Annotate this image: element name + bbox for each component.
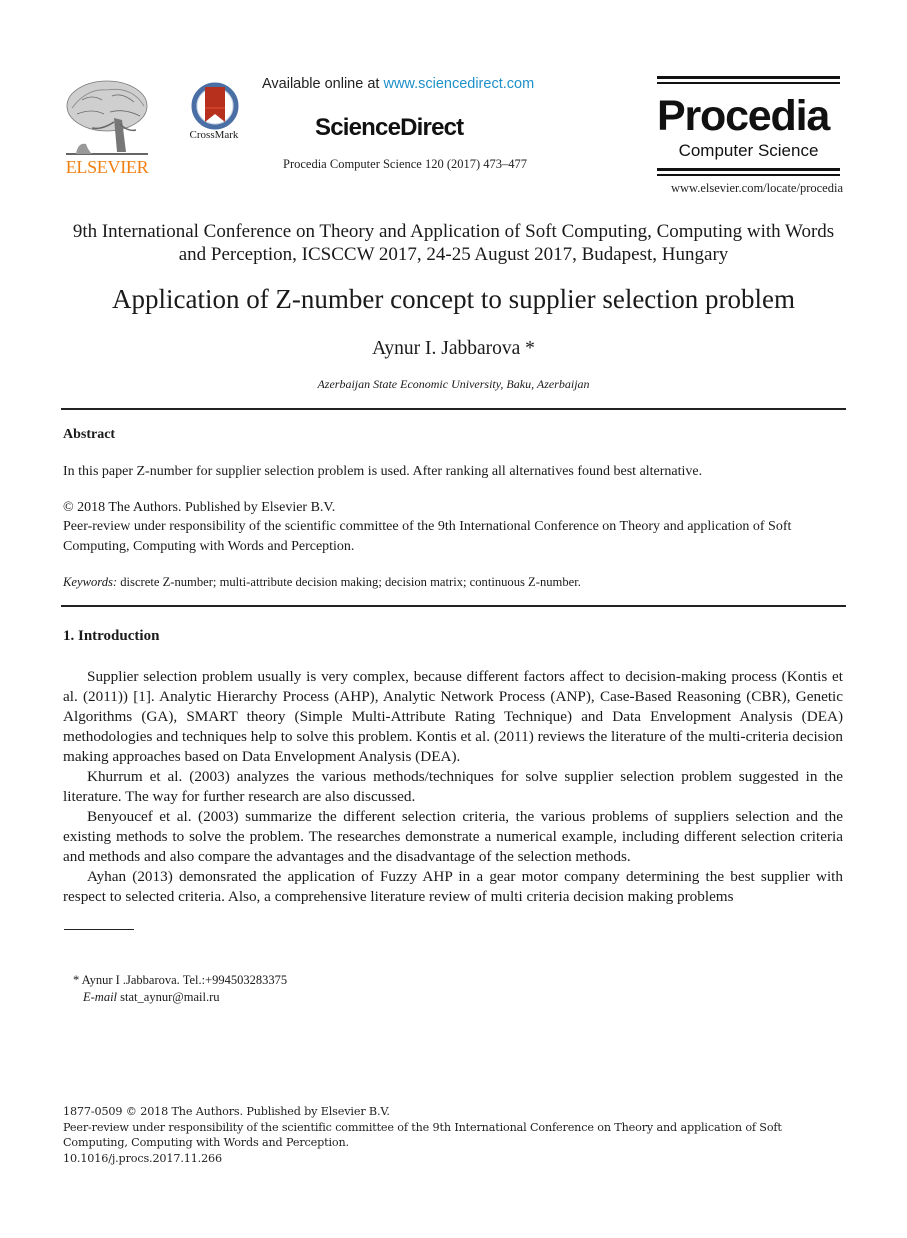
- procedia-top-rule: [657, 76, 840, 79]
- corresponding-author-footnote: * Aynur I .Jabbarova. Tel.:+994503283375…: [73, 972, 287, 1006]
- keywords-list: discrete Z-number; multi-attribute decis…: [117, 575, 581, 589]
- procedia-subtitle: Computer Science: [678, 141, 819, 160]
- email-label: E-mail: [83, 990, 118, 1004]
- crossmark-label: CrossMark: [189, 129, 239, 141]
- author-name: Aynur I. Jabbarova *: [372, 338, 535, 359]
- abstract-copyright: © 2018 The Authors. Published by Elsevie…: [63, 500, 336, 515]
- email-address[interactable]: stat_aynur@mail.ru: [117, 990, 219, 1004]
- sciencedirect-link[interactable]: www.sciencedirect.com: [383, 76, 534, 92]
- abstract-peer-review: Peer-review under responsibility of the …: [63, 519, 792, 554]
- bottom-matter: 1877-0509 © 2018 The Authors. Published …: [63, 1104, 843, 1166]
- footnote-contact: * Aynur I .Jabbarova. Tel.:+994503283375: [73, 973, 288, 987]
- sciencedirect-logo: ScienceDirect: [315, 114, 464, 141]
- elsevier-wordmark: ELSEVIER: [65, 157, 149, 177]
- procedia-bottom-rule: [657, 168, 840, 171]
- procedia-bottom-rule-thin: [657, 174, 840, 176]
- intro-paragraph: Ayhan (2013) demonsrated the application…: [63, 868, 843, 905]
- intro-paragraph: Khurrum et al. (2003) analyzes the vario…: [63, 768, 843, 805]
- paper-title: Application of Z-number concept to suppl…: [111, 284, 796, 314]
- procedia-logo: Procedia Computer Science: [657, 76, 840, 179]
- intro-paragraph: Supplier selection problem usually is ve…: [63, 668, 843, 765]
- abstract-top-divider: [61, 408, 846, 410]
- footnote-divider: [64, 929, 134, 930]
- keywords-label: Keywords:: [63, 575, 118, 589]
- abstract-text: In this paper Z-number for supplier sele…: [63, 464, 703, 479]
- journal-reference: Procedia Computer Science 120 (2017) 473…: [283, 157, 528, 171]
- bottom-peer-review: Peer-review under responsibility of the …: [63, 1120, 782, 1150]
- available-online-line: Available online at www.sciencedirect.co…: [262, 76, 534, 92]
- abstract-bottom-divider: [61, 605, 846, 607]
- procedia-url[interactable]: www.elsevier.com/locate/procedia: [657, 181, 843, 196]
- issn-copyright: 1877-0509 © 2018 The Authors. Published …: [63, 1105, 390, 1118]
- abstract-heading: Abstract: [63, 427, 116, 442]
- keywords-line: Keywords: discrete Z-number; multi-attri…: [63, 572, 843, 592]
- procedia-title: Procedia: [657, 92, 830, 140]
- footnote-email-line: E-mail stat_aynur@mail.ru: [73, 989, 287, 1006]
- introduction-body: Supplier selection problem usually is ve…: [63, 667, 843, 907]
- author-affiliation: Azerbaijan State Economic University, Ba…: [317, 377, 590, 391]
- available-prefix: Available online at: [262, 76, 384, 92]
- doi[interactable]: 10.1016/j.procs.2017.11.266: [63, 1151, 843, 1167]
- intro-paragraph: Benyoucef et al. (2003) summarize the di…: [63, 808, 843, 865]
- conference-name: 9th International Conference on Theory a…: [72, 221, 835, 265]
- procedia-top-rule-thin: [657, 82, 840, 84]
- section-heading-introduction: 1. Introduction: [63, 628, 160, 644]
